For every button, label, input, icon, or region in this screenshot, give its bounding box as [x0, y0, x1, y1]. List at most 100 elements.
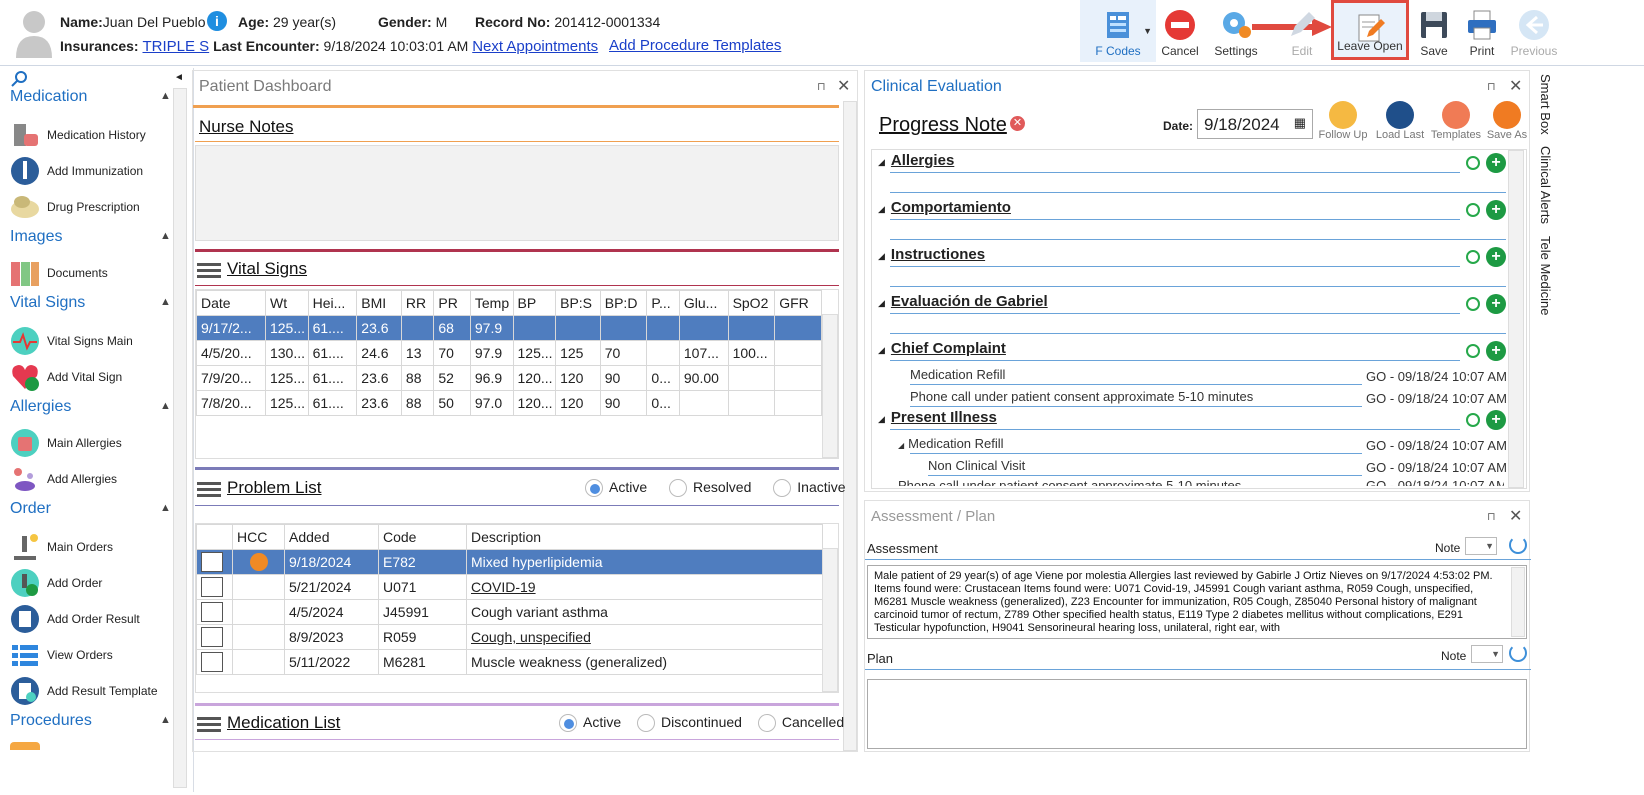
table-row[interactable]: 9/18/2024 E782 Mixed hyperlipidemia [196, 549, 823, 575]
tab-clinical-alerts[interactable]: Clinical Alerts [1538, 146, 1553, 224]
progress-note-scrollbar[interactable] [1508, 150, 1524, 488]
radio-active[interactable] [585, 479, 603, 498]
collapse-icon[interactable]: ▲ [160, 502, 171, 514]
search-icon[interactable] [10, 70, 28, 88]
load-last-button[interactable]: Load Last [1373, 101, 1427, 141]
next-appointments-link[interactable]: Next Appointments [472, 38, 598, 55]
close-icon[interactable]: ✕ [837, 76, 850, 96]
vital-header-cell[interactable]: BP [512, 290, 557, 316]
templates-button[interactable]: Templates [1429, 101, 1483, 141]
tab-smart-box[interactable]: Smart Box [1538, 74, 1553, 135]
row-checkbox[interactable] [201, 552, 223, 572]
add-entry-icon[interactable]: + [1486, 153, 1506, 173]
add-entry-icon[interactable]: + [1486, 294, 1506, 314]
alarm-clock-icon[interactable] [1466, 297, 1480, 311]
fcodes-button[interactable]: F Codes ▼ [1080, 0, 1156, 62]
note-entry[interactable]: Medication Refill [910, 367, 1005, 382]
problem-header-cell[interactable]: Added [284, 524, 379, 550]
row-checkbox[interactable] [201, 602, 223, 622]
pin-icon[interactable]: ⊓ [1487, 80, 1496, 93]
row-checkbox-cell[interactable] [196, 599, 233, 625]
save-as-button[interactable]: Save As [1483, 101, 1531, 141]
note-entry[interactable]: Phone call under patient consent approxi… [910, 389, 1253, 404]
pin-icon[interactable]: ⊓ [817, 80, 826, 93]
row-checkbox[interactable] [201, 627, 223, 647]
assessment-textarea[interactable]: Male patient of 29 year(s) of age Viene … [867, 565, 1527, 639]
sidebar-item-main-allergies[interactable]: Main Allergies [10, 426, 180, 460]
sidebar-item-add-order-result[interactable]: Add Order Result [10, 602, 180, 636]
pin-icon[interactable]: ⊓ [1487, 510, 1496, 523]
vital-header-cell[interactable]: P... [646, 290, 680, 316]
close-icon[interactable]: ✕ [1509, 506, 1522, 526]
note-section[interactable]: ◢ Present Illness [878, 409, 997, 426]
expand-icon[interactable]: ◢ [898, 441, 904, 450]
note-section[interactable]: ◢ Evaluación de Gabriel [878, 293, 1048, 310]
add-entry-icon[interactable]: + [1486, 247, 1506, 267]
vital-header-cell[interactable]: Date [196, 290, 266, 316]
section-title[interactable]: Evaluación de Gabriel [891, 293, 1048, 310]
row-checkbox-cell[interactable] [196, 574, 233, 600]
plan-refresh-icon[interactable] [1509, 644, 1527, 662]
nurse-notes-textarea[interactable] [195, 145, 839, 241]
problem-desc-cell[interactable]: Cough variant asthma [466, 599, 823, 625]
vital-header-cell[interactable]: SpO2 [727, 290, 776, 316]
sidebar-item-documents[interactable]: Documents [10, 256, 180, 290]
radio-cancelled[interactable] [757, 714, 776, 733]
collapse-sidebar-icon[interactable]: ◄ [174, 72, 184, 83]
previous-button[interactable]: Previous [1508, 0, 1560, 62]
table-row[interactable]: 5/21/2024 U071 COVID-19 [196, 574, 823, 600]
section-title[interactable]: Chief Complaint [891, 340, 1006, 357]
section-images[interactable]: Images ▲ [10, 228, 171, 246]
section-title[interactable]: Present Illness [891, 409, 997, 426]
row-checkbox-cell[interactable] [196, 549, 233, 575]
problem-desc-cell[interactable]: Mixed hyperlipidemia [466, 549, 823, 575]
vital-header-cell[interactable]: BP:S [555, 290, 601, 316]
alarm-clock-icon[interactable] [1466, 250, 1480, 264]
add-entry-icon[interactable]: + [1486, 410, 1506, 430]
assessment-scrollbar[interactable] [1511, 567, 1525, 637]
follow-up-button[interactable]: Follow Up [1317, 101, 1369, 141]
sidebar-item-vital-signs-main[interactable]: Vital Signs Main [10, 324, 180, 358]
sidebar-item-medication-history[interactable]: Medication History [10, 118, 180, 152]
vital-header-cell[interactable]: Glu... [678, 290, 729, 316]
insurance-link[interactable]: TRIPLE S [142, 38, 209, 55]
leave-open-button[interactable]: Leave Open [1331, 0, 1409, 60]
table-row[interactable]: 7/9/20... 125... 61.... 23.6 88 52 96.9 120... 1… [196, 365, 822, 391]
vital-header-cell[interactable]: Wt [264, 290, 309, 316]
close-icon[interactable]: ✕ [1509, 76, 1522, 96]
sidebar-item-view-orders[interactable]: View Orders [10, 638, 180, 672]
sidebar-item-add-vital-sign[interactable]: Add Vital Sign [10, 360, 180, 394]
problem-header-cell[interactable]: Description [466, 524, 823, 550]
vital-grid-scrollbar[interactable] [822, 314, 838, 458]
tab-tele-medicine[interactable]: Tele Medicine [1538, 236, 1553, 316]
add-entry-icon[interactable]: + [1486, 341, 1506, 361]
table-row[interactable]: 4/5/2024 J45991 Cough variant asthma [196, 599, 823, 625]
info-icon[interactable]: i [207, 11, 227, 31]
expand-icon[interactable]: ◢ [878, 298, 885, 308]
problem-grid-scrollbar[interactable] [822, 548, 838, 692]
expand-icon[interactable]: ◢ [878, 157, 885, 167]
section-title[interactable]: Instructiones [891, 246, 985, 263]
cancel-button[interactable]: Cancel [1160, 0, 1200, 62]
problem-desc-cell[interactable]: Cough, unspecified [466, 624, 823, 650]
vital-header-cell[interactable]: PR [433, 290, 471, 316]
menu-icon[interactable] [197, 714, 221, 734]
refresh-icon[interactable] [1509, 536, 1527, 554]
problem-header-cell[interactable] [196, 524, 233, 550]
row-checkbox-cell[interactable] [196, 624, 233, 650]
note-section[interactable]: ◢ Comportamiento [878, 199, 1011, 216]
vital-header-cell[interactable]: BMI [356, 290, 402, 316]
section-title[interactable]: Comportamiento [891, 199, 1011, 216]
sidebar-item-add-result-template[interactable]: Add Result Template [10, 674, 180, 708]
menu-icon[interactable] [197, 479, 221, 499]
vital-header-cell[interactable]: RR [400, 290, 435, 316]
note-section[interactable]: ◢ Instructiones [878, 246, 985, 263]
edit-button[interactable]: Edit [1282, 0, 1322, 62]
problem-header-cell[interactable]: Code [378, 524, 467, 550]
section-vital-signs[interactable]: Vital Signs ▲ [10, 294, 171, 312]
problem-desc-cell[interactable]: Muscle weakness (generalized) [466, 649, 823, 675]
problem-desc-cell[interactable]: COVID-19 [466, 574, 823, 600]
alarm-clock-icon[interactable] [1466, 156, 1480, 170]
vital-header-cell[interactable]: BP:D [599, 290, 648, 316]
note-section[interactable]: ◢ Chief Complaint [878, 340, 1006, 357]
